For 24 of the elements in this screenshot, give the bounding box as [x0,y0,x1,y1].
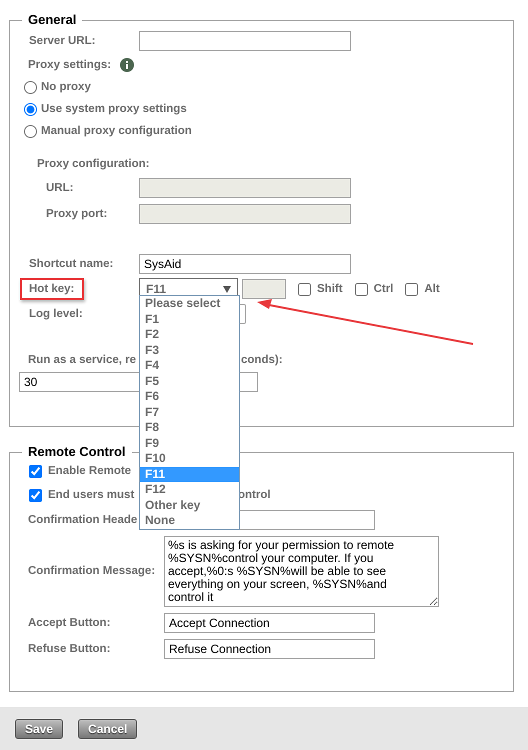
field-label: Proxy port: [46,208,108,220]
checkbox-label: Enable Remote [48,465,132,477]
section-title: General [27,12,78,28]
field-label: Hot key: [29,283,74,295]
field-label: Refuse Button: [28,643,110,655]
field-label: Accept Button: [28,617,110,629]
field-label: Confirmation Heade [28,514,138,526]
field-label: Server URL: [29,35,96,47]
field-label: Log level: [29,308,83,320]
radio-label: No proxy [41,81,91,93]
section-title: Remote Control [27,444,126,460]
field-label: URL: [46,182,74,194]
field-label: Proxy configuration: [37,158,150,170]
radio-label: Manual proxy configuration [41,125,192,137]
checkbox-label: Shift [317,283,343,295]
field-label: Confirmation Message: [28,565,156,577]
checkbox-label: Ctrl [374,283,394,295]
field-label: conds): [241,354,283,366]
field-label: Shortcut name: [29,258,114,270]
radio-label: Use system proxy settings [41,103,187,115]
checkbox-label: Alt [424,283,440,295]
field-label: Proxy settings: [28,59,112,71]
field-label: Run as a service, re [28,354,136,366]
checkbox-label: End users must [48,489,134,501]
